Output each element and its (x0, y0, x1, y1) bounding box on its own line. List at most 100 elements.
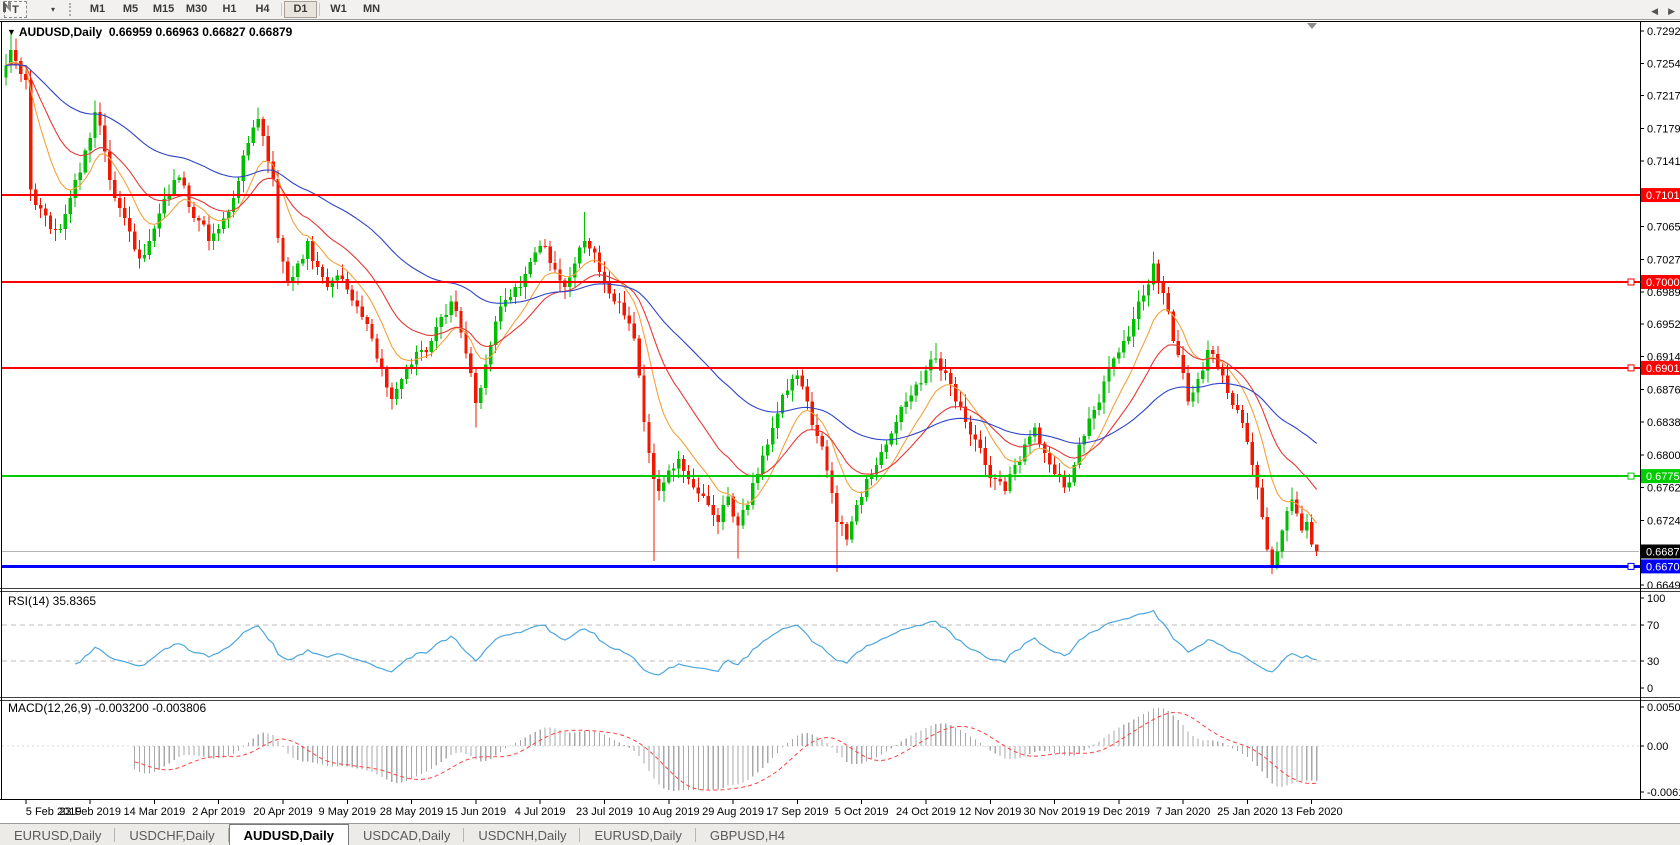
chart-tab-eurusd-daily[interactable]: EURUSD,Daily (580, 824, 695, 845)
svg-text:0.66490: 0.66490 (1647, 580, 1680, 592)
svg-text:0.66879: 0.66879 (1646, 546, 1680, 558)
svg-text:0.67754: 0.67754 (1646, 471, 1680, 483)
timeframe-button-m30[interactable]: M30 (180, 1, 213, 18)
price-badge-0.70007: 0.70007 (1641, 275, 1680, 289)
svg-text:12 Nov 2019: 12 Nov 2019 (959, 806, 1021, 818)
svg-text:13 Feb 2020: 13 Feb 2020 (1281, 806, 1343, 818)
svg-text:23 Feb 2019: 23 Feb 2019 (59, 806, 121, 818)
level-handle[interactable] (1628, 365, 1634, 371)
chart-tab-usdcnh-daily[interactable]: USDCNH,Daily (464, 824, 580, 845)
svg-text:0.68000: 0.68000 (1647, 450, 1680, 462)
tab-scroll-buttons: ◀ ▶ (1651, 0, 1675, 22)
price-badge-0.67754: 0.67754 (1641, 469, 1680, 483)
chart-tab-eurusd-daily[interactable]: EURUSD,Daily (0, 824, 115, 845)
date-axis: 5 Feb 201923 Feb 201914 Mar 20192 Apr 20… (26, 800, 1343, 818)
toolbar-separator (319, 3, 320, 16)
svg-text:0.67620: 0.67620 (1647, 483, 1680, 495)
level-handle[interactable] (1628, 563, 1634, 569)
svg-text:20 Apr 2019: 20 Apr 2019 (253, 806, 312, 818)
svg-text:24 Oct 2019: 24 Oct 2019 (896, 806, 956, 818)
chart-tab-gbpusd-h4[interactable]: GBPUSD,H4 (696, 824, 799, 845)
price-badge-current: 0.66879 (1641, 544, 1680, 558)
top-toolbar: T ▾ M1M5M15M30H1H4D1W1MN (0, 0, 1680, 20)
chart-canvas: 0.72920 0.72540 0.72170 0.71790 0.71410 0.706… (0, 0, 1680, 845)
svg-text:2 Apr 2019: 2 Apr 2019 (192, 806, 245, 818)
timeframe-button-h4[interactable]: H4 (246, 1, 279, 18)
chart-shift-marker-icon[interactable] (1307, 23, 1317, 29)
chart-tab-audusd-daily[interactable]: AUDUSD,Daily (229, 824, 349, 845)
level-handle[interactable] (1628, 473, 1634, 479)
rsi-pane: 10070300 (2, 593, 1665, 695)
chart-title-symbol: AUDUSD,Daily (19, 25, 102, 39)
svg-text:4 Jul 2019: 4 Jul 2019 (515, 806, 566, 818)
price-badge-0.69010: 0.69010 (1641, 361, 1680, 375)
svg-text:0.005076: 0.005076 (1647, 702, 1680, 714)
macd-indicator-label: MACD(12,26,9) -0.003200 -0.003806 (8, 701, 206, 715)
rsi-indicator-label: RSI(14) 35.8365 (8, 594, 96, 608)
level-handle[interactable] (1628, 279, 1634, 285)
candles-group (4, 31, 1318, 574)
svg-text:14 Mar 2019: 14 Mar 2019 (123, 806, 185, 818)
svg-text:30: 30 (1647, 656, 1659, 668)
ma-slow-line (6, 65, 1317, 444)
toolbar-grip (69, 3, 73, 16)
rsi-line (75, 611, 1317, 675)
svg-text:15 Jun 2019: 15 Jun 2019 (446, 806, 507, 818)
svg-text:29 Aug 2019: 29 Aug 2019 (702, 806, 764, 818)
svg-text:100: 100 (1647, 593, 1665, 605)
svg-text:0.71790: 0.71790 (1647, 123, 1680, 135)
chart-tab-usdcad-daily[interactable]: USDCAD,Daily (349, 824, 464, 845)
svg-text:0.72920: 0.72920 (1647, 26, 1680, 38)
svg-text:30 Nov 2019: 30 Nov 2019 (1023, 806, 1085, 818)
macd-pane: 0.005076 0.00 -0.00614 (2, 702, 1680, 799)
svg-text:0.71016: 0.71016 (1646, 190, 1680, 202)
svg-text:19 Dec 2019: 19 Dec 2019 (1088, 806, 1150, 818)
toolbar-dropdown-icon[interactable]: ▾ (47, 2, 59, 17)
chart-tab-usdchf-daily[interactable]: USDCHF,Daily (115, 824, 228, 845)
svg-text:-0.00614: -0.00614 (1647, 787, 1680, 799)
svg-text:9 May 2019: 9 May 2019 (319, 806, 376, 818)
chart-title-quotes: 0.66959 0.66963 0.66827 0.66879 (109, 25, 293, 39)
svg-text:0.68760: 0.68760 (1647, 384, 1680, 396)
svg-text:0.70270: 0.70270 (1647, 254, 1680, 266)
svg-text:0.00: 0.00 (1647, 741, 1668, 753)
timeframe-button-mn[interactable]: MN (355, 1, 388, 18)
timeframe-button-d1[interactable]: D1 (284, 1, 317, 18)
timeframe-button-m5[interactable]: M5 (114, 1, 147, 18)
svg-text:0.70007: 0.70007 (1646, 277, 1680, 289)
svg-text:0.70650: 0.70650 (1647, 222, 1680, 234)
svg-text:0.71410: 0.71410 (1647, 156, 1680, 168)
price-axis: 0.72920 0.72540 0.72170 0.71790 0.71410 0.706… (1640, 26, 1680, 592)
ma-medium-line (6, 64, 1317, 490)
svg-text:7 Jan 2020: 7 Jan 2020 (1156, 806, 1210, 818)
svg-text:5 Oct 2019: 5 Oct 2019 (835, 806, 889, 818)
macd-signal-line (135, 713, 1317, 791)
timeframe-button-w1[interactable]: W1 (322, 1, 355, 18)
price-badge-0.71016: 0.71016 (1641, 188, 1680, 202)
tab-scroll-left-icon[interactable]: ◀ (1651, 6, 1658, 17)
svg-text:0: 0 (1647, 683, 1653, 695)
svg-text:25 Jan 2020: 25 Jan 2020 (1217, 806, 1278, 818)
svg-text:0.68380: 0.68380 (1647, 417, 1680, 429)
svg-text:0.69520: 0.69520 (1647, 319, 1680, 331)
svg-text:17 Sep 2019: 17 Sep 2019 (766, 806, 828, 818)
macd-histogram (135, 708, 1317, 791)
price-badge-0.66706: 0.66706 (1641, 559, 1680, 573)
svg-text:0.72540: 0.72540 (1647, 59, 1680, 71)
svg-text:28 May 2019: 28 May 2019 (380, 806, 444, 818)
arrange-icon-glyph (0, 0, 14, 13)
tab-scroll-right-icon[interactable]: ▶ (1668, 6, 1675, 17)
svg-text:23 Jul 2019: 23 Jul 2019 (576, 806, 633, 818)
ma-fast-line (6, 62, 1317, 523)
timeframe-buttons: M1M5M15M30H1H4 D1 W1MN (81, 1, 388, 18)
symbol-dropdown-icon[interactable]: ▼ (7, 27, 16, 37)
toolbar-separator (281, 3, 282, 16)
svg-text:0.66706: 0.66706 (1646, 561, 1680, 573)
timeframe-button-h1[interactable]: H1 (213, 1, 246, 18)
svg-text:0.72170: 0.72170 (1647, 91, 1680, 103)
chart-title: ▼ AUDUSD,Daily 0.66959 0.66963 0.66827 0… (7, 25, 292, 39)
svg-text:0.67240: 0.67240 (1647, 515, 1680, 527)
timeframe-button-m15[interactable]: M15 (147, 1, 180, 18)
timeframe-button-m1[interactable]: M1 (81, 1, 114, 18)
arrange-icon[interactable] (37, 2, 45, 17)
